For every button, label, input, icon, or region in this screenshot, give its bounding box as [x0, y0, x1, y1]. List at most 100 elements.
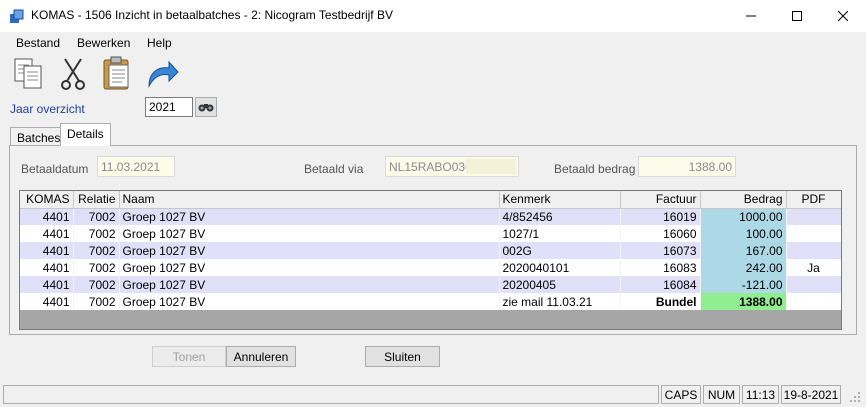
menu-bestand[interactable]: Bestand: [16, 36, 60, 50]
cell-komas: 4401: [20, 293, 74, 310]
cell-kenmerk: 20200405: [499, 276, 621, 293]
cell-naam: Groep 1027 BV: [119, 293, 500, 310]
menu-bar: Bestand Bewerken Help: [0, 33, 866, 53]
betaald-bedrag-label: Betaald bedrag: [554, 162, 636, 176]
betaald-via-field: NL15RABO0361: [385, 156, 519, 177]
table-row[interactable]: 4401 7002 Groep 1027 BV 002G 16073 167.0…: [20, 242, 841, 259]
cell-relatie: 7002: [73, 225, 120, 242]
status-date: 19-8-2021: [781, 385, 841, 404]
cell-factuur: 16084: [620, 276, 701, 293]
col-naam[interactable]: Naam: [119, 191, 500, 209]
paste-button[interactable]: [101, 56, 135, 92]
betaald-bedrag-field: 1388.00: [638, 156, 736, 177]
copy-icon: [14, 58, 42, 89]
redacted-blur: [466, 159, 516, 174]
cell-factuur: 16083: [620, 259, 701, 276]
title-bar: KOMAS - 1506 Inzicht in betaalbatches - …: [0, 0, 866, 32]
betaaldatum-label: Betaaldatum: [21, 162, 89, 176]
table-row[interactable]: 4401 7002 Groep 1027 BV 20200405 16084 -…: [20, 276, 841, 293]
cell-relatie: 7002: [73, 242, 120, 259]
col-komas[interactable]: KOMAS: [20, 191, 74, 209]
close-button[interactable]: [820, 0, 866, 32]
cell-kenmerk: 1027/1: [499, 225, 621, 242]
cell-relatie: 7002: [73, 293, 120, 310]
status-message-panel: [3, 385, 659, 404]
grid-header: KOMAS Relatie Naam Kenmerk Factuur Bedra…: [20, 191, 841, 209]
menu-bewerken[interactable]: Bewerken: [77, 36, 130, 50]
cell-pdf[interactable]: [786, 293, 841, 310]
cell-komas: 4401: [20, 276, 74, 293]
status-time: 11:13: [742, 385, 779, 404]
table-row[interactable]: 4401 7002 Groep 1027 BV 2020040101 16083…: [20, 259, 841, 276]
minimize-icon: [746, 15, 756, 17]
cell-naam: Groep 1027 BV: [119, 259, 500, 276]
resize-grip-icon: [850, 392, 860, 402]
col-kenmerk[interactable]: Kenmerk: [499, 191, 621, 209]
status-caps: CAPS: [661, 385, 701, 404]
betaald-via-label: Betaald via: [304, 162, 364, 176]
cell-factuur: Bundel: [620, 293, 701, 310]
cell-kenmerk: 4/852456: [499, 208, 621, 225]
cell-komas: 4401: [20, 208, 74, 225]
cell-pdf[interactable]: [786, 208, 841, 225]
annuleren-button[interactable]: Annuleren: [226, 346, 296, 367]
cell-bedrag: 242.00: [700, 259, 787, 276]
cell-pdf[interactable]: [786, 225, 841, 242]
cell-relatie: 7002: [73, 276, 120, 293]
komas-app-icon: [10, 9, 24, 23]
cut-button[interactable]: [57, 56, 91, 92]
cell-komas: 4401: [20, 225, 74, 242]
undo-button[interactable]: [145, 56, 179, 92]
cell-bedrag-total: 1388.00: [700, 293, 787, 310]
cell-bedrag: 167.00: [700, 242, 787, 259]
table-row[interactable]: 4401 7002 Groep 1027 BV 4/852456 16019 1…: [20, 208, 841, 225]
betaaldatum-field: 11.03.2021: [97, 156, 175, 177]
tonen-button[interactable]: Tonen: [152, 346, 226, 367]
cell-bedrag: -121.00: [700, 276, 787, 293]
jaar-input[interactable]: 2021: [145, 97, 193, 117]
col-factuur[interactable]: Factuur: [620, 191, 701, 209]
undo-icon: [148, 60, 179, 88]
cell-pdf[interactable]: [786, 242, 841, 259]
cell-relatie: 7002: [73, 208, 120, 225]
cell-naam: Groep 1027 BV: [119, 276, 500, 293]
cell-kenmerk: zie mail 11.03.21: [499, 293, 621, 310]
binoculars-icon: [198, 104, 214, 112]
minimize-button[interactable]: [728, 0, 774, 32]
close-icon: [838, 11, 848, 21]
grid-footer-row: [20, 310, 841, 326]
resize-grip[interactable]: [846, 390, 862, 404]
paste-icon: [103, 56, 129, 90]
col-pdf[interactable]: PDF: [786, 191, 841, 209]
table-row-total[interactable]: 4401 7002 Groep 1027 BV zie mail 11.03.2…: [20, 293, 841, 310]
cell-factuur: 16060: [620, 225, 701, 242]
window-title: KOMAS - 1506 Inzicht in betaalbatches - …: [31, 8, 393, 22]
cell-relatie: 7002: [73, 259, 120, 276]
cell-kenmerk: 002G: [499, 242, 621, 259]
col-relatie[interactable]: Relatie: [73, 191, 120, 209]
betaald-via-value: NL15RABO0361: [389, 160, 479, 174]
tab-batches[interactable]: Batches: [10, 127, 68, 145]
menu-help[interactable]: Help: [147, 36, 172, 50]
status-num: NUM: [703, 385, 740, 404]
cell-naam: Groep 1027 BV: [119, 225, 500, 242]
tab-details[interactable]: Details: [60, 123, 111, 146]
cut-icon: [61, 58, 85, 90]
cell-naam: Groep 1027 BV: [119, 208, 500, 225]
cell-factuur: 16019: [620, 208, 701, 225]
cell-komas: 4401: [20, 242, 74, 259]
sluiten-button[interactable]: Sluiten: [365, 346, 440, 367]
cell-komas: 4401: [20, 259, 74, 276]
cell-pdf[interactable]: [786, 276, 841, 293]
col-bedrag[interactable]: Bedrag: [700, 191, 787, 209]
cell-factuur: 16073: [620, 242, 701, 259]
maximize-icon: [792, 11, 802, 21]
cell-kenmerk: 2020040101: [499, 259, 621, 276]
cell-pdf[interactable]: Ja: [786, 259, 841, 276]
cell-bedrag: 1000.00: [700, 208, 787, 225]
maximize-button[interactable]: [774, 0, 820, 32]
cell-bedrag: 100.00: [700, 225, 787, 242]
search-year-button[interactable]: [195, 97, 217, 117]
table-row[interactable]: 4401 7002 Groep 1027 BV 1027/1 16060 100…: [20, 225, 841, 242]
copy-button[interactable]: [12, 56, 46, 92]
